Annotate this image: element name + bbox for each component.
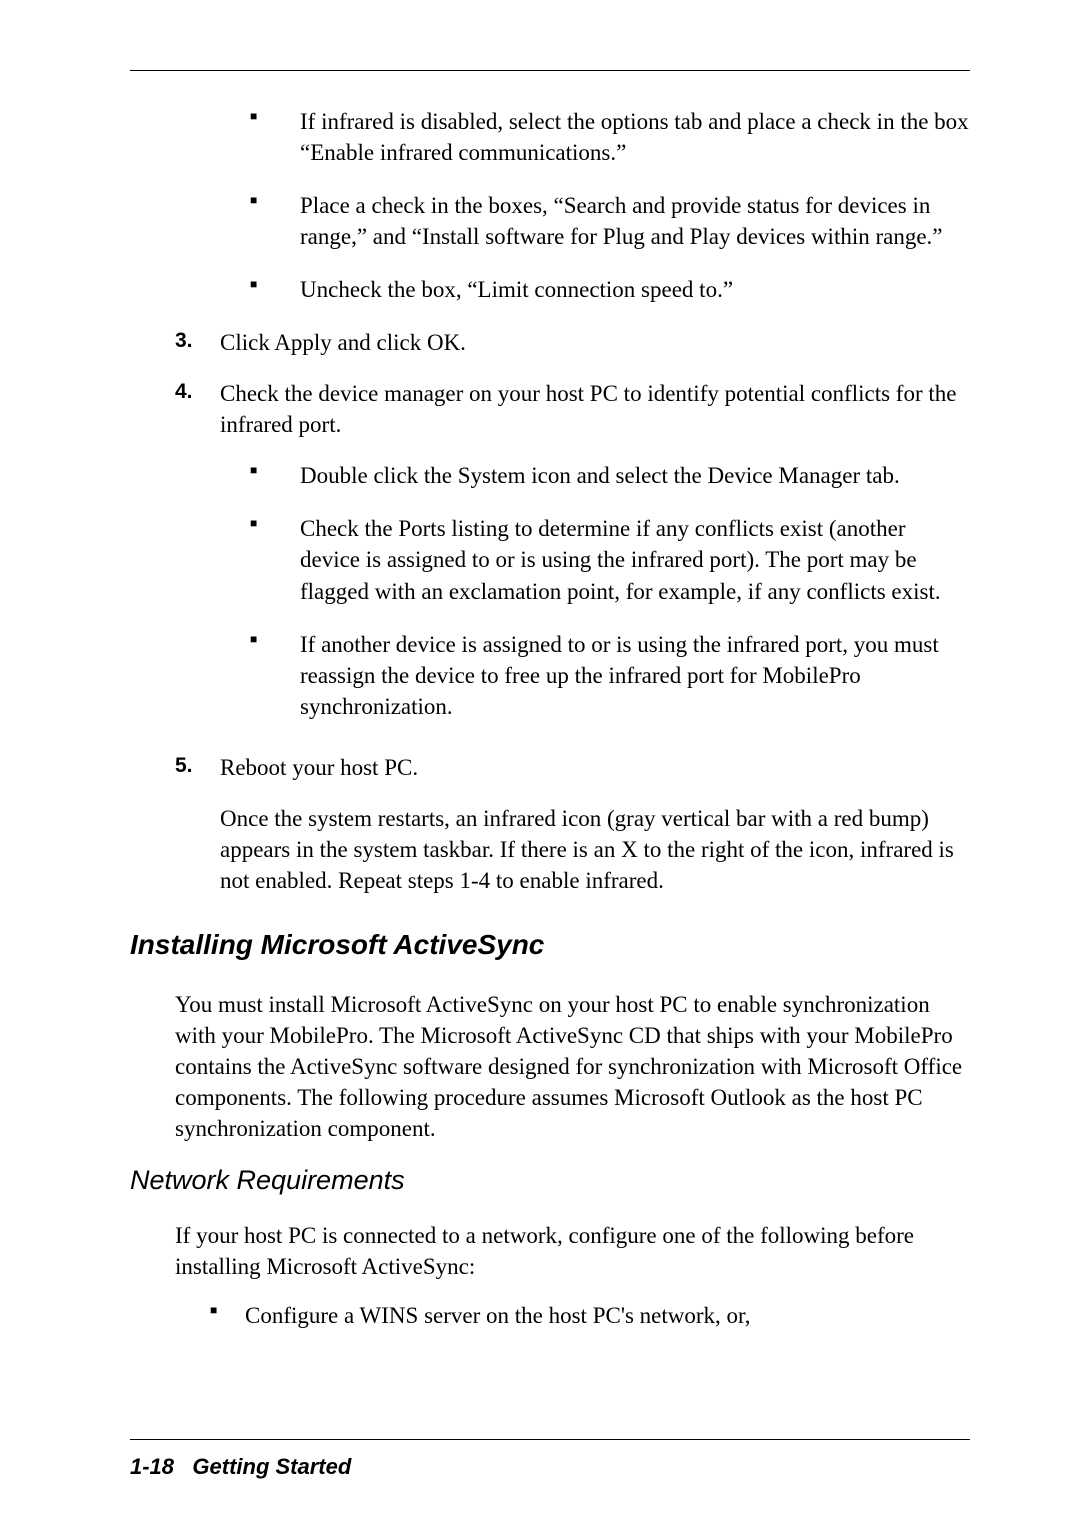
- network-req-paragraph: If your host PC is connected to a networ…: [175, 1220, 970, 1282]
- list-item: Uncheck the box, “Limit connection speed…: [250, 274, 970, 305]
- section-title: Getting Started: [192, 1454, 351, 1479]
- page-number: 1-18: [130, 1454, 174, 1479]
- heading-network-requirements: Network Requirements: [130, 1162, 970, 1198]
- list-item: Place a check in the boxes, “Search and …: [250, 190, 970, 252]
- footer: 1-18 Getting Started: [130, 1452, 351, 1482]
- step-4-bullets: Double click the System icon and select …: [250, 460, 970, 721]
- list-item: If infrared is disabled, select the opti…: [250, 106, 970, 168]
- top-rule: [130, 70, 970, 71]
- list-item: Check the Ports listing to determine if …: [250, 513, 970, 606]
- list-item: Double click the System icon and select …: [250, 460, 970, 491]
- step-text: Click Apply and click OK.: [220, 327, 970, 358]
- step-3: 3. Click Apply and click OK.: [175, 327, 970, 358]
- bottom-rule: [130, 1439, 970, 1440]
- step-5: 5. Reboot your host PC.: [175, 752, 970, 783]
- page-content: If infrared is disabled, select the opti…: [130, 106, 970, 1332]
- list-item: Configure a WINS server on the host PC's…: [210, 1300, 970, 1331]
- step-text: Reboot your host PC.: [220, 752, 970, 783]
- list-item: If another device is assigned to or is u…: [250, 629, 970, 722]
- step-number: 3.: [175, 327, 220, 358]
- step-number: 4.: [175, 378, 220, 440]
- heading-installing-activesync: Installing Microsoft ActiveSync: [130, 926, 970, 964]
- continuing-bullet-list: If infrared is disabled, select the opti…: [250, 106, 970, 305]
- step-number: 5.: [175, 752, 220, 783]
- step-4: 4. Check the device manager on your host…: [175, 378, 970, 440]
- network-bullet-list: Configure a WINS server on the host PC's…: [210, 1300, 970, 1331]
- step-text: Check the device manager on your host PC…: [220, 378, 970, 440]
- step-5-followup: Once the system restarts, an infrared ic…: [220, 803, 970, 896]
- activesync-paragraph: You must install Microsoft ActiveSync on…: [175, 989, 970, 1144]
